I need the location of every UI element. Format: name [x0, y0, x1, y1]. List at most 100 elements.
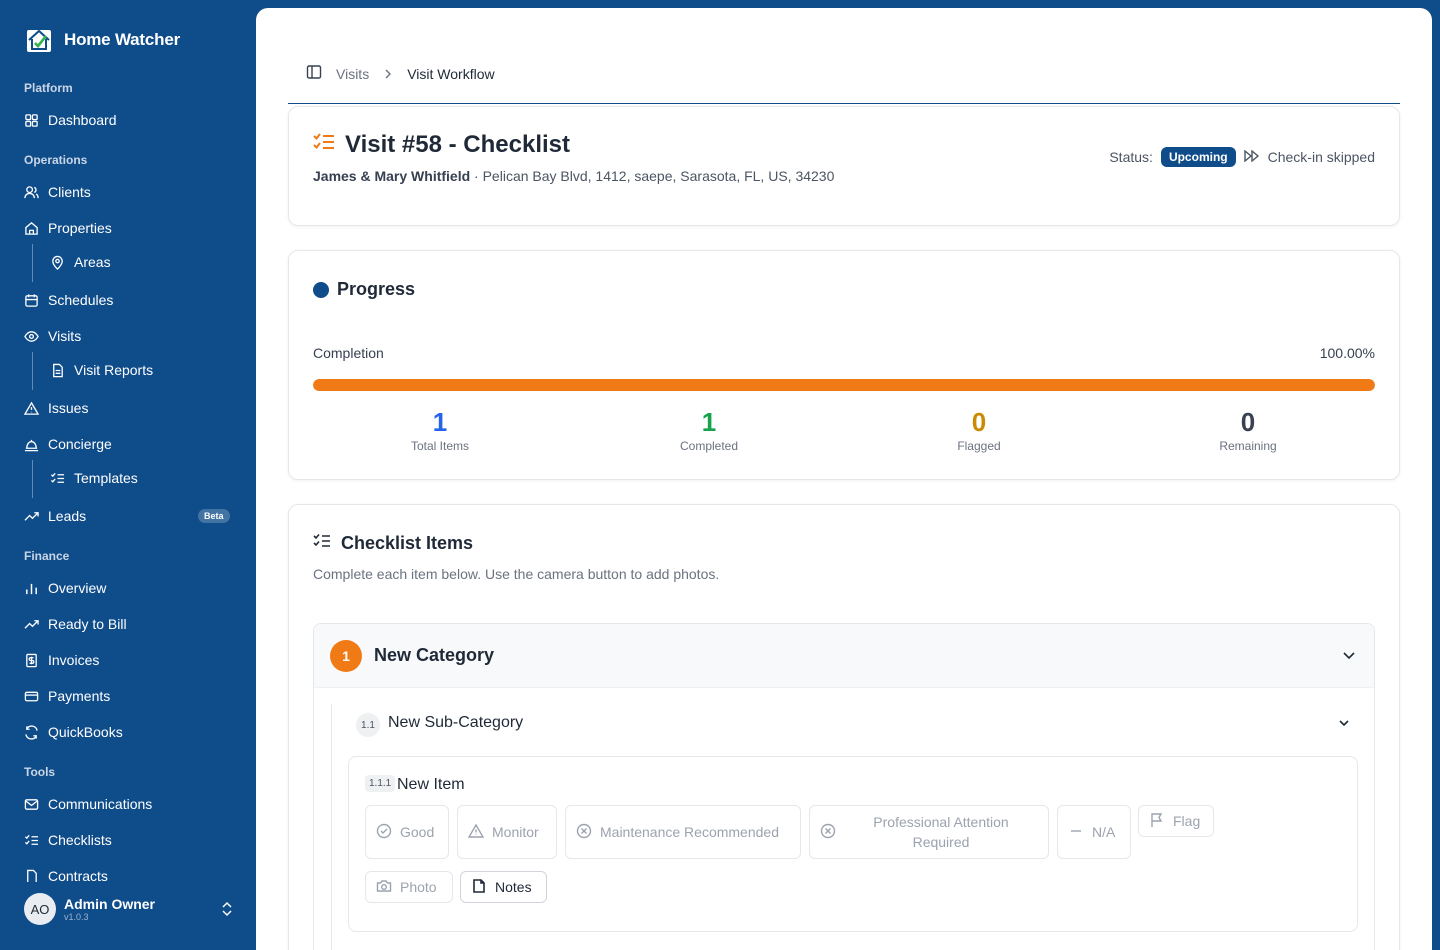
breadcrumb: Visits Visit Workflow [306, 64, 495, 83]
progress-bar [313, 379, 1375, 391]
stat-total: 1 Total Items [310, 407, 570, 453]
breadcrumb-visits[interactable]: Visits [336, 66, 369, 82]
option-label-line-1: Professional Attention [873, 814, 1009, 830]
stat-remaining: 0 Remaining [1118, 407, 1378, 453]
stat-value: 1 [701, 407, 717, 437]
sidebar: Home Watcher Platform Dashboard Operatio… [0, 0, 256, 950]
nav-sub-line [32, 460, 33, 498]
sidebar-item-contracts[interactable]: Contracts [24, 866, 108, 882]
file-text-icon [50, 363, 65, 378]
category-number: 1 [330, 640, 362, 672]
home-icon [24, 221, 39, 236]
completion-value: 100.00% [1319, 345, 1375, 361]
bell-icon [24, 437, 39, 452]
sidebar-item-payments[interactable]: Payments [24, 686, 110, 706]
sidebar-item-visits[interactable]: Visits [24, 326, 81, 346]
sidebar-item-visit-reports[interactable]: Visit Reports [50, 360, 153, 380]
sidebar-item-label: Checklists [48, 832, 112, 848]
sidebar-item-concierge[interactable]: Concierge [24, 434, 112, 454]
status-badge: Upcoming [1160, 147, 1236, 167]
progress-card: Progress Completion 100.00% 1 Total Item… [288, 250, 1400, 480]
stat-value: 1 [432, 407, 448, 437]
option-label: Maintenance Recommended [600, 824, 779, 840]
sidebar-item-communications[interactable]: Communications [24, 794, 152, 814]
stat-flagged: 0 Flagged [849, 407, 1109, 453]
nav-sub-line [32, 352, 33, 390]
progress-heading: Progress [313, 279, 415, 300]
sidebar-item-schedules[interactable]: Schedules [24, 290, 113, 310]
sidebar-toggle-icon[interactable] [306, 64, 322, 83]
sidebar-item-label: Templates [74, 470, 138, 486]
category-header[interactable]: 1 New Category [314, 624, 1374, 688]
maintenance-recommended-button[interactable]: Maintenance Recommended [565, 805, 801, 859]
bar-chart-icon [24, 581, 39, 596]
breadcrumb-current: Visit Workflow [407, 65, 495, 82]
sidebar-item-label: Invoices [48, 652, 100, 668]
good-button[interactable]: Good [365, 805, 449, 859]
option-label: Monitor [492, 824, 539, 840]
progress-bar-fill [313, 379, 1375, 391]
camera-icon [376, 878, 392, 897]
sidebar-scroll-clip: Contracts [0, 866, 256, 882]
sidebar-item-quickbooks[interactable]: QuickBooks [24, 722, 123, 742]
visit-subtitle: James & Mary Whitfield · Pelican Bay Blv… [313, 168, 834, 184]
monitor-button[interactable]: Monitor [457, 805, 557, 859]
beta-badge: Beta [198, 509, 230, 523]
user-name: Admin Owner [64, 896, 156, 912]
x-circle-icon [576, 823, 592, 842]
sidebar-item-ready-to-bill[interactable]: Ready to Bill [24, 614, 127, 634]
sidebar-item-dashboard[interactable]: Dashboard [24, 110, 117, 130]
sidebar-item-issues[interactable]: Issues [24, 398, 88, 418]
sidebar-item-label: Concierge [48, 436, 112, 452]
sidebar-item-properties[interactable]: Properties [24, 218, 112, 238]
section-operations: Operations [24, 153, 88, 167]
sidebar-item-leads[interactable]: Leads [24, 506, 86, 526]
option-label-line-2: Required [912, 834, 970, 850]
na-button[interactable]: N/A [1057, 805, 1131, 859]
users-icon [24, 185, 39, 200]
sidebar-item-invoices[interactable]: Invoices [24, 650, 99, 670]
subcategory-name[interactable]: New Sub-Category [388, 714, 523, 732]
sidebar-item-templates[interactable]: Templates [50, 468, 138, 488]
section-tools: Tools [24, 765, 56, 779]
completion-label: Completion [313, 345, 384, 361]
sidebar-item-label: Contracts [48, 868, 108, 882]
item-name: New Item [397, 776, 465, 793]
sidebar-item-label: Clients [48, 184, 91, 200]
category-name: New Category [374, 645, 495, 665]
sidebar-item-clients[interactable]: Clients [24, 182, 91, 202]
minus-icon [1068, 823, 1084, 842]
sidebar-item-label: Payments [48, 688, 111, 704]
progress-dot-icon [313, 281, 329, 298]
photo-button[interactable]: Photo [365, 871, 453, 903]
sidebar-item-label: Areas [74, 254, 111, 270]
app-version: v1.0.3 [64, 912, 89, 922]
receipt-icon [24, 653, 39, 668]
flag-button[interactable]: Flag [1138, 805, 1214, 837]
avatar: AO [24, 893, 56, 925]
sidebar-item-label: Overview [48, 580, 107, 596]
user-menu[interactable]: AO Admin Owner v1.0.3 [24, 893, 234, 925]
alert-triangle-icon [24, 401, 39, 416]
sidebar-item-overview[interactable]: Overview [24, 578, 106, 598]
notes-button[interactable]: Notes [460, 871, 547, 903]
brand[interactable]: Home Watcher [26, 27, 180, 53]
list-checks-icon [24, 833, 39, 848]
sidebar-item-label: Issues [48, 400, 89, 416]
chevron-down-icon[interactable] [1342, 648, 1356, 667]
option-label: Photo [400, 879, 437, 895]
visit-header-card: Visit #58 - Checklist James & Mary Whitf… [288, 106, 1400, 226]
checklist-item: 1.1.1 New Item Good Monitor Maintenance … [348, 756, 1358, 932]
x-circle-icon [820, 823, 836, 842]
option-label: N/A [1092, 824, 1116, 840]
professional-attention-button[interactable]: Professional Attention Required [809, 805, 1049, 859]
stat-value: 0 [971, 407, 987, 437]
stat-label: Total Items [410, 439, 470, 453]
section-platform: Platform [24, 81, 73, 95]
progress-title: Progress [337, 279, 416, 299]
main-content: Visits Visit Workflow Visit #58 - Checkl… [256, 8, 1432, 950]
item-number: 1.1.1 [365, 775, 396, 792]
sidebar-item-checklists[interactable]: Checklists [24, 830, 112, 850]
sidebar-item-areas[interactable]: Areas [50, 252, 111, 272]
chevron-down-icon[interactable] [1338, 716, 1350, 734]
